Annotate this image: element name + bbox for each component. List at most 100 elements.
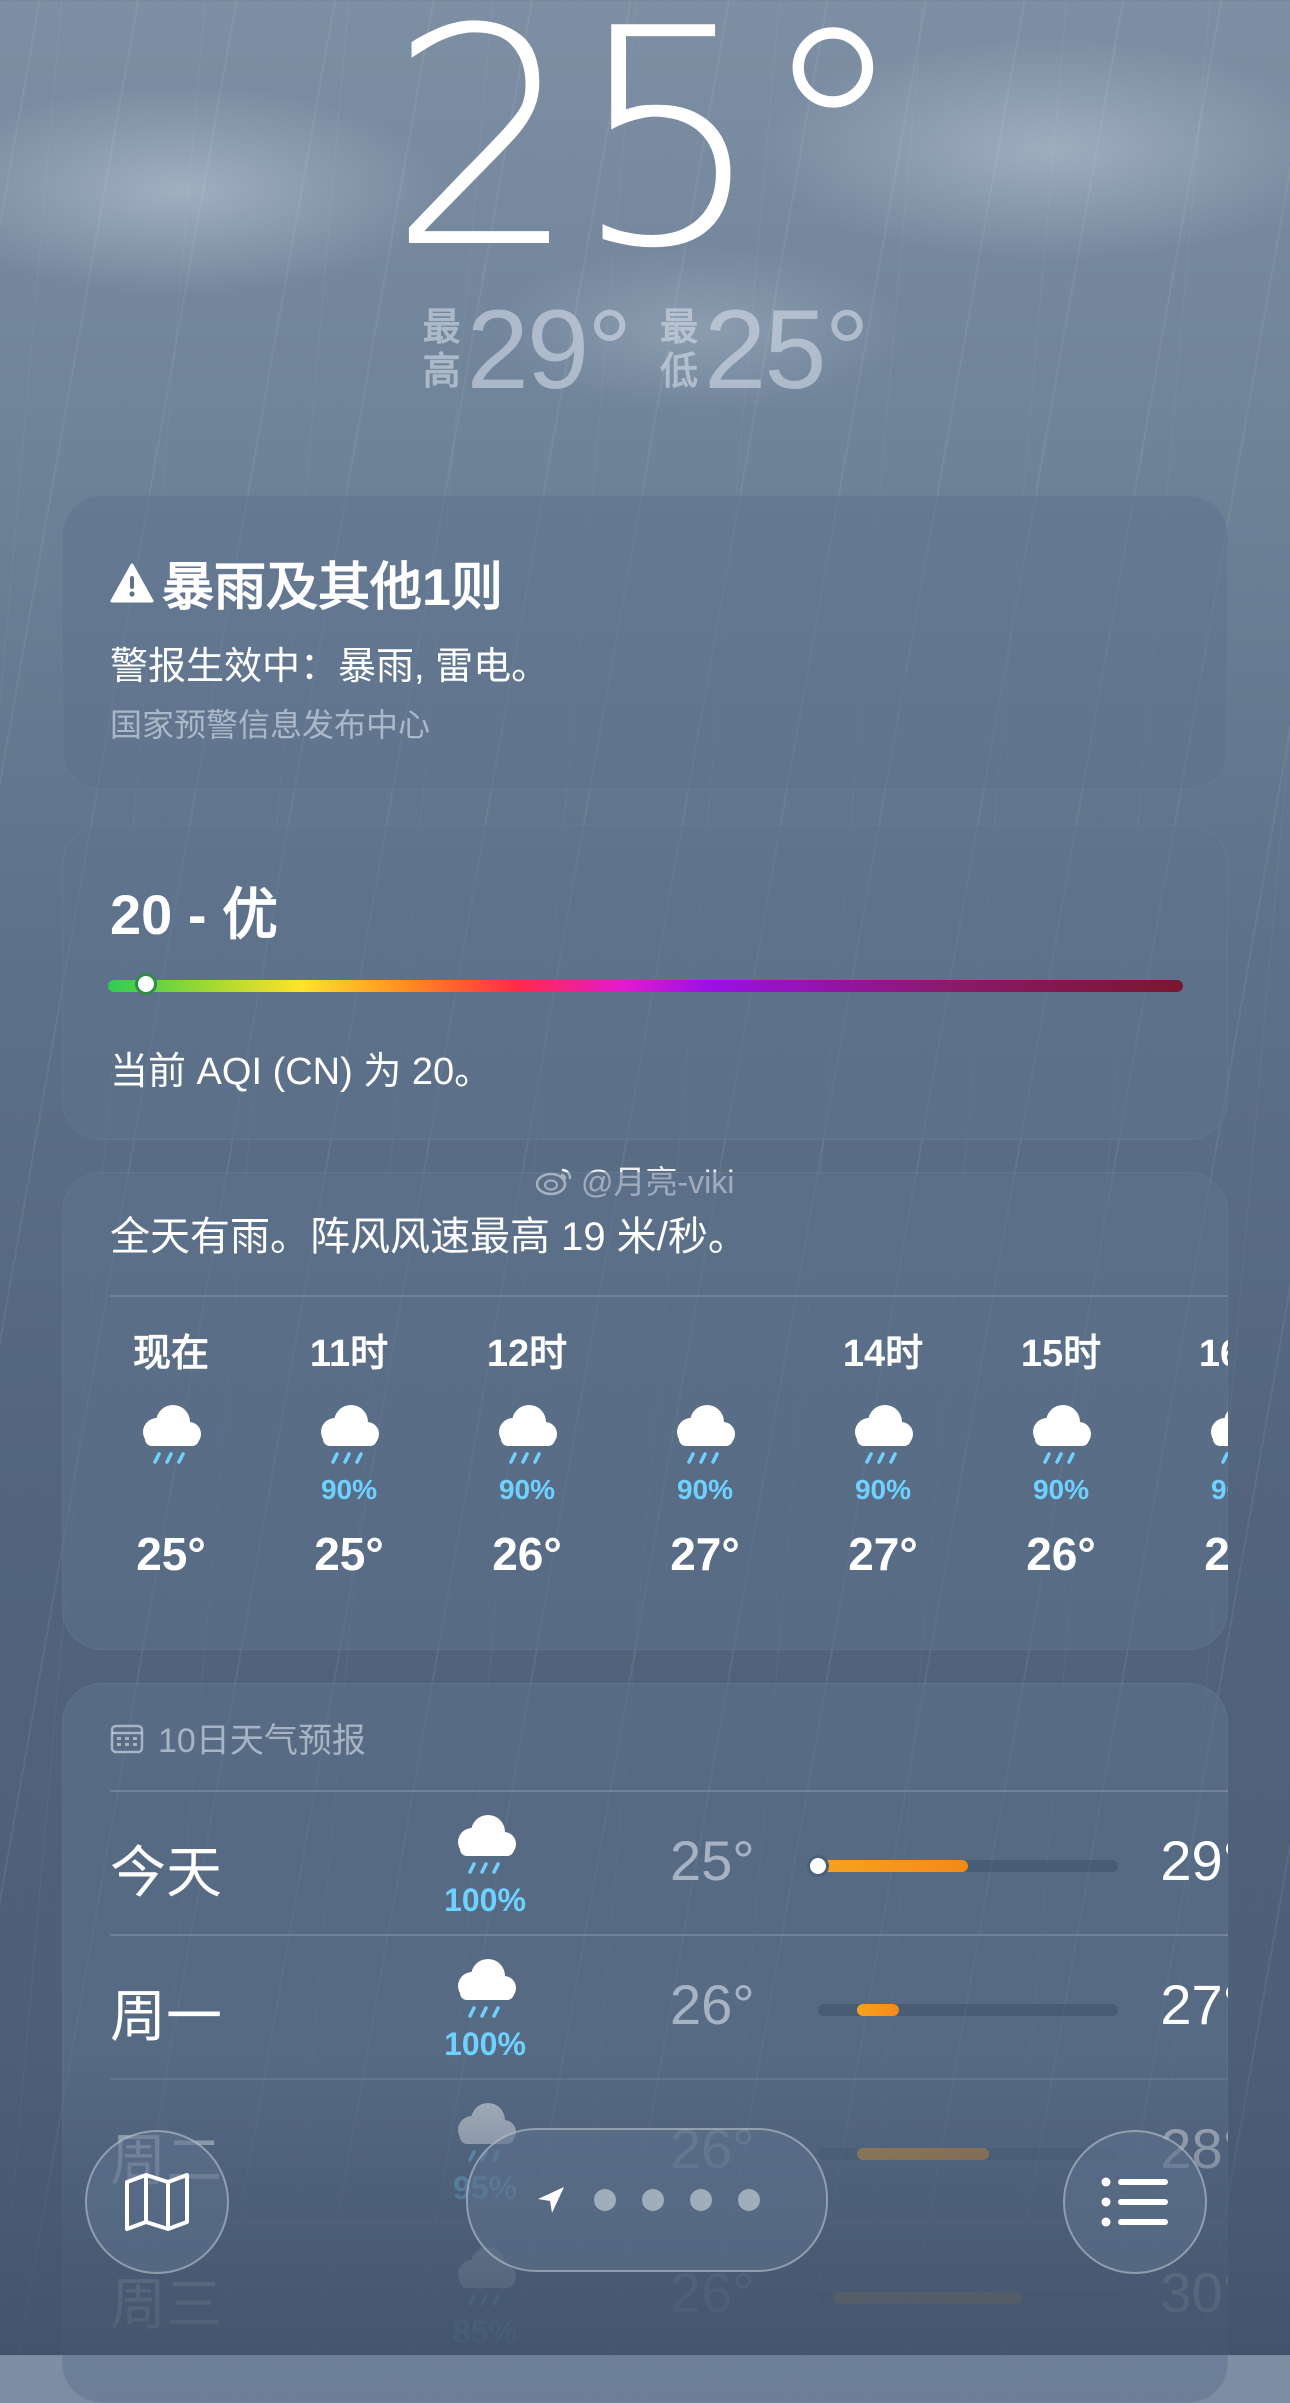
hourly-scroll-row[interactable]: 现在 25° 11时 90% 25° 12时 90% 26° 90% 27° 1… [82, 1322, 1228, 1642]
rain-cloud-icon [313, 1400, 385, 1470]
hour-item: 12时 90% 26° [438, 1322, 616, 1642]
high-label-char-2: 高 [422, 351, 461, 393]
day-high: 29° [1160, 1829, 1228, 1892]
day-low: 25° [670, 1829, 755, 1892]
high-temp-group: 最 高 29° [423, 287, 632, 412]
high-label-char-1: 最 [422, 307, 461, 349]
day-precip: 85% [452, 2314, 518, 2350]
day-label: 周一 [110, 1985, 222, 2048]
hour-precip: 90% [1032, 1474, 1090, 1505]
row-divider [110, 2078, 1228, 2080]
hour-time: 15时 [1020, 1333, 1102, 1375]
hourly-summary: 全天有雨。阵风风速最高 19 米/秒。 [110, 1215, 748, 1259]
rain-cloud-icon [135, 1400, 207, 1470]
map-button[interactable] [85, 2130, 229, 2274]
day-high: 30° [1160, 2261, 1228, 2324]
rain-cloud-icon [847, 1400, 919, 1470]
page-dot[interactable] [690, 2189, 712, 2211]
temp-range-fill [857, 2148, 989, 2160]
aqi-description: 当前 AQI (CN) 为 20。 [110, 1051, 493, 1093]
high-temp-value: 29° [466, 287, 632, 412]
hour-time [616, 1322, 794, 1370]
severe-weather-alert-card[interactable]: 暴雨及其他1则 警报生效中：暴雨, 雷电。 国家预警信息发布中心 [62, 495, 1228, 790]
low-label-char-1: 最 [660, 307, 699, 349]
low-temp-value: 25° [704, 287, 869, 412]
alert-body: 警报生效中：暴雨, 雷电。 [110, 646, 550, 688]
alert-title-text: 暴雨及其他1则 [162, 559, 503, 617]
hour-precip: 90% [498, 1474, 556, 1505]
day-label: 今天 [110, 1841, 222, 1904]
hour-precip: 90% [320, 1474, 378, 1505]
temp-range-track [818, 2148, 1118, 2160]
hour-temp: 27° [1204, 1528, 1228, 1580]
row-divider [110, 1790, 1228, 1792]
day-low: 26° [670, 1973, 755, 2036]
hour-item: 现在 25° [82, 1322, 260, 1642]
map-icon [125, 2173, 189, 2231]
page-dot[interactable] [642, 2189, 664, 2211]
rain-cloud-icon [1025, 1400, 1097, 1470]
calendar-icon [110, 1724, 144, 1753]
temp-range-track [818, 2004, 1118, 2016]
ten-day-header-text: 10日天气预报 [158, 1722, 366, 1760]
hourly-divider [110, 1295, 1228, 1297]
ten-day-header: 10日天气预报 [110, 1713, 366, 1762]
list-icon [1101, 2177, 1168, 2227]
rain-cloud-icon [491, 1400, 563, 1470]
row-divider [110, 1934, 1228, 1936]
temp-range-fill [857, 2004, 899, 2016]
rain-cloud-icon [1203, 1400, 1228, 1470]
alert-source: 国家预警信息发布中心 [110, 707, 431, 743]
day-precip: 100% [444, 2026, 526, 2062]
low-label-char-2: 低 [660, 351, 699, 393]
hour-precip: 90% [676, 1474, 734, 1505]
low-temp-group: 最 低 25° [660, 287, 869, 412]
high-low-temps: 最 高 29° 最 低 25° [0, 287, 1290, 412]
hour-temp: 26° [492, 1528, 562, 1580]
rain-cloud-icon [450, 1810, 522, 1878]
alert-title: 暴雨及其他1则 [110, 545, 503, 620]
hour-temp: 27° [848, 1528, 918, 1580]
high-label: 最 高 [423, 306, 461, 394]
low-label: 最 低 [660, 306, 698, 394]
temp-range-track [810, 1858, 1118, 1874]
page-dot[interactable] [738, 2189, 760, 2211]
location-arrow-icon[interactable] [534, 2183, 568, 2217]
hour-temp: 25° [136, 1528, 206, 1580]
day-precip: 100% [444, 1882, 526, 1918]
rain-cloud-icon [669, 1400, 741, 1470]
hour-item: 15时 90% 26° [972, 1322, 1150, 1642]
daily-row-today[interactable]: 今天 100% 25° 29° [110, 1790, 1228, 1934]
daily-row-mon[interactable]: 周一 100% 26° 27° [110, 1934, 1228, 2078]
page-dot[interactable] [594, 2189, 616, 2211]
warning-icon [110, 563, 154, 602]
temp-range-track [818, 2292, 1118, 2304]
hour-item: 90% 27° [616, 1322, 794, 1642]
air-quality-card[interactable]: 20 - 优 当前 AQI (CN) 为 20。 [62, 825, 1228, 1140]
hour-precip: 90% [854, 1474, 912, 1505]
hour-time: 12时 [486, 1333, 568, 1375]
hour-item: 16时 90% 27° [1150, 1322, 1228, 1642]
hour-precip: 90% [1210, 1474, 1228, 1505]
aqi-value: 20 - 优 [110, 883, 279, 946]
hourly-forecast-card[interactable]: 全天有雨。阵风风速最高 19 米/秒。 现在 25° 11时 90% 25° 1… [62, 1172, 1228, 1650]
aqi-scale-bar [108, 980, 1183, 992]
hour-temp: 25° [314, 1528, 384, 1580]
current-temp-dot [810, 1858, 826, 1874]
hour-item: 11时 90% 25° [260, 1322, 438, 1642]
aqi-level-marker [137, 976, 154, 992]
hour-item: 14时 90% 27° [794, 1322, 972, 1642]
hour-temp: 26° [1026, 1528, 1096, 1580]
hour-time: 14时 [842, 1333, 924, 1375]
hour-time: 16时 [1198, 1333, 1228, 1375]
rain-cloud-icon [450, 1954, 522, 2022]
ten-day-forecast-card[interactable]: 10日天气预报 今天 100% 25° 29° 周一 [62, 1683, 1228, 2403]
current-temperature: 25° [388, 0, 908, 314]
day-high: 27° [1160, 1973, 1228, 2036]
hour-time: 现在 [132, 1333, 209, 1375]
city-list-button[interactable] [1063, 2130, 1207, 2274]
hour-temp: 27° [670, 1528, 740, 1580]
temp-range-fill [833, 2292, 1022, 2304]
temp-range-fill [818, 1860, 968, 1872]
location-pager[interactable] [466, 2128, 828, 2272]
